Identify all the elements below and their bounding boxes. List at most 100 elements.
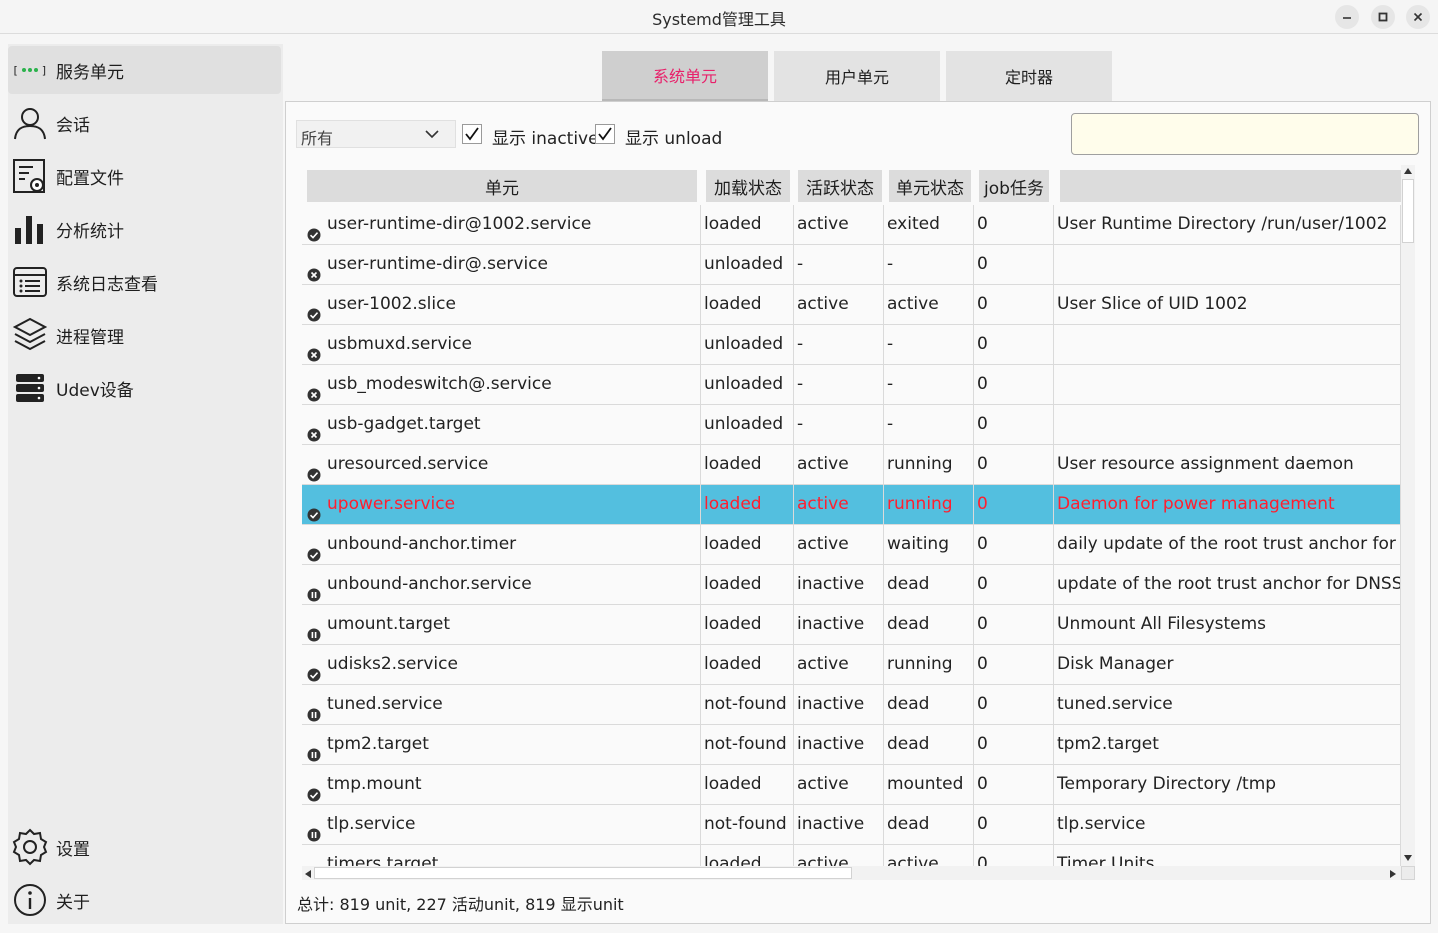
cell-unit: usb_modeswitch@.service bbox=[302, 365, 701, 405]
cell-unit-text: usbmuxd.service bbox=[327, 334, 472, 354]
show-unload-checkbox[interactable] bbox=[595, 124, 615, 144]
cell-unit-text: user-runtime-dir@.service bbox=[327, 254, 549, 274]
cell-sub-state-text: - bbox=[887, 334, 894, 354]
scroll-up-icon[interactable] bbox=[1403, 167, 1413, 175]
config-file-icon bbox=[10, 156, 50, 196]
table-row[interactable]: tuned.service not-found inactive dead 0 tuned… bbox=[302, 685, 1401, 725]
column-header-description[interactable] bbox=[1060, 170, 1401, 202]
search-field[interactable] bbox=[1071, 113, 1419, 155]
show-inactive-checkbox[interactable] bbox=[462, 124, 482, 144]
maximize-icon bbox=[1378, 12, 1388, 22]
table-row[interactable]: usbmuxd.service unloaded - -0 bbox=[302, 325, 1401, 365]
cell-load-state-text: loaded bbox=[704, 654, 762, 674]
scroll-down-icon[interactable] bbox=[1403, 854, 1413, 862]
cell-load-state: not-found bbox=[701, 685, 794, 725]
cell-job-text: 0 bbox=[977, 814, 988, 834]
cell-load-state-text: unloaded bbox=[704, 334, 784, 354]
cell-job-text: 0 bbox=[977, 334, 988, 354]
tab-user-units[interactable]: 用户单元 bbox=[774, 51, 940, 101]
vertical-scrollbar[interactable] bbox=[1401, 165, 1415, 866]
column-header-unit[interactable]: 单元 bbox=[307, 170, 697, 202]
status-unloaded-icon bbox=[307, 338, 321, 362]
cell-sub-state: running bbox=[884, 445, 974, 485]
scroll-right-icon[interactable] bbox=[1389, 869, 1397, 879]
scroll-left-icon[interactable] bbox=[304, 869, 312, 879]
window-title: Systemd管理工具 bbox=[652, 10, 786, 29]
sidebar-item-label: 系统日志查看 bbox=[56, 274, 158, 295]
table-row[interactable]: user-runtime-dir@.service unloaded - -0 bbox=[302, 245, 1401, 285]
cell-sub-state: dead bbox=[884, 685, 974, 725]
sidebar-item-config-files[interactable]: 配置文件 bbox=[8, 152, 281, 200]
cell-job: 0 bbox=[974, 285, 1054, 325]
table-row[interactable]: unbound-anchor.service loaded inactive dead… bbox=[302, 565, 1401, 605]
close-button[interactable] bbox=[1406, 5, 1430, 29]
cell-active-state: inactive bbox=[794, 685, 884, 725]
table-row[interactable]: user-runtime-dir@1002.service loaded activ… bbox=[302, 205, 1401, 245]
sidebar-item-about[interactable]: 关于 bbox=[8, 876, 281, 924]
info-icon bbox=[10, 880, 50, 920]
sidebar-item-service-units[interactable]: [] 服务单元 bbox=[8, 46, 281, 94]
table-row[interactable]: tmp.mount loaded active mounted 0 Temporary D… bbox=[302, 765, 1401, 805]
maximize-button[interactable] bbox=[1371, 5, 1395, 29]
cell-unit-text: upower.service bbox=[327, 494, 456, 514]
status-active-icon bbox=[307, 858, 321, 866]
cell-unit-text: tmp.mount bbox=[327, 774, 422, 794]
cell-load-state: unloaded bbox=[701, 325, 794, 365]
cell-sub-state-text: dead bbox=[887, 614, 930, 634]
cell-unit: udisks2.service bbox=[302, 645, 701, 685]
table-row[interactable]: user-1002.slice loaded active active 0 User S… bbox=[302, 285, 1401, 325]
search-input[interactable] bbox=[1072, 114, 1418, 154]
sidebar-item-sessions[interactable]: 会话 bbox=[8, 99, 281, 147]
cell-active-state-text: - bbox=[797, 254, 804, 274]
sidebar-item-system-log[interactable]: 系统日志查看 bbox=[8, 258, 281, 306]
cell-load-state-text: loaded bbox=[704, 574, 762, 594]
cell-unit-text: user-runtime-dir@1002.service bbox=[327, 214, 592, 234]
cell-job: 0 bbox=[974, 205, 1054, 245]
tab-timers[interactable]: 定时器 bbox=[946, 51, 1112, 101]
cell-description: User Slice of UID 1002 bbox=[1054, 285, 1401, 325]
table-row[interactable]: uresourced.service loaded active running 0 Us… bbox=[302, 445, 1401, 485]
sidebar-item-analytics[interactable]: 分析统计 bbox=[8, 205, 281, 253]
sidebar-item-process-management[interactable]: 进程管理 bbox=[8, 311, 281, 359]
cell-job-text: 0 bbox=[977, 454, 988, 474]
cell-description: tuned.service bbox=[1054, 685, 1401, 725]
cell-load-state: unloaded bbox=[701, 245, 794, 285]
cell-unit-text: udisks2.service bbox=[327, 654, 458, 674]
horizontal-scroll-thumb[interactable] bbox=[314, 867, 852, 879]
sidebar-item-settings[interactable]: 设置 bbox=[8, 823, 281, 871]
unit-type-select[interactable]: 所有 bbox=[296, 120, 456, 148]
column-header-load[interactable]: 加载状态 bbox=[706, 170, 790, 202]
cell-load-state: loaded bbox=[701, 445, 794, 485]
column-header-sub[interactable]: 单元状态 bbox=[889, 170, 971, 202]
server-icon bbox=[10, 368, 50, 408]
cell-unit: user-runtime-dir@.service bbox=[302, 245, 701, 285]
cell-load-state: unloaded bbox=[701, 365, 794, 405]
status-active-icon bbox=[307, 498, 321, 522]
table-row[interactable]: usb-gadget.target unloaded - -0 bbox=[302, 405, 1401, 445]
table-row[interactable]: usb_modeswitch@.service unloaded - -0 bbox=[302, 365, 1401, 405]
cell-description-text: tuned.service bbox=[1057, 694, 1173, 714]
tab-system-units[interactable]: 系统单元 bbox=[602, 51, 768, 101]
title-bar: Systemd管理工具 bbox=[0, 0, 1438, 34]
table-row[interactable]: unbound-anchor.timer loaded active waiting 0… bbox=[302, 525, 1401, 565]
column-header-job[interactable]: job任务 bbox=[979, 170, 1049, 202]
table-row[interactable]: udisks2.service loaded active running 0 Disk … bbox=[302, 645, 1401, 685]
status-inactive-icon bbox=[307, 738, 321, 762]
vertical-scroll-thumb[interactable] bbox=[1402, 179, 1414, 243]
chevron-down-icon bbox=[425, 130, 439, 139]
cell-active-state-text: inactive bbox=[797, 614, 865, 634]
table-row[interactable]: timers.target loaded active active 0 Timer Un… bbox=[302, 845, 1401, 866]
status-active-icon bbox=[307, 458, 321, 482]
cell-description-text: User Slice of UID 1002 bbox=[1057, 294, 1248, 314]
minimize-button[interactable] bbox=[1335, 5, 1359, 29]
table-row[interactable]: upower.service loaded active running 0 Daemon… bbox=[302, 485, 1401, 525]
cell-job-text: 0 bbox=[977, 694, 988, 714]
table-row[interactable]: tlp.service not-found inactive dead 0 tlp.ser… bbox=[302, 805, 1401, 845]
sidebar-item-udev-devices[interactable]: Udev设备 bbox=[8, 364, 281, 412]
cell-sub-state-text: dead bbox=[887, 574, 930, 594]
table-row[interactable]: umount.target loaded inactive dead 0 Unmount … bbox=[302, 605, 1401, 645]
column-header-active[interactable]: 活跃状态 bbox=[798, 170, 882, 202]
cell-sub-state: dead bbox=[884, 805, 974, 845]
table-row[interactable]: tpm2.target not-found inactive dead 0 tpm2.ta… bbox=[302, 725, 1401, 765]
cell-sub-state: active bbox=[884, 845, 974, 866]
